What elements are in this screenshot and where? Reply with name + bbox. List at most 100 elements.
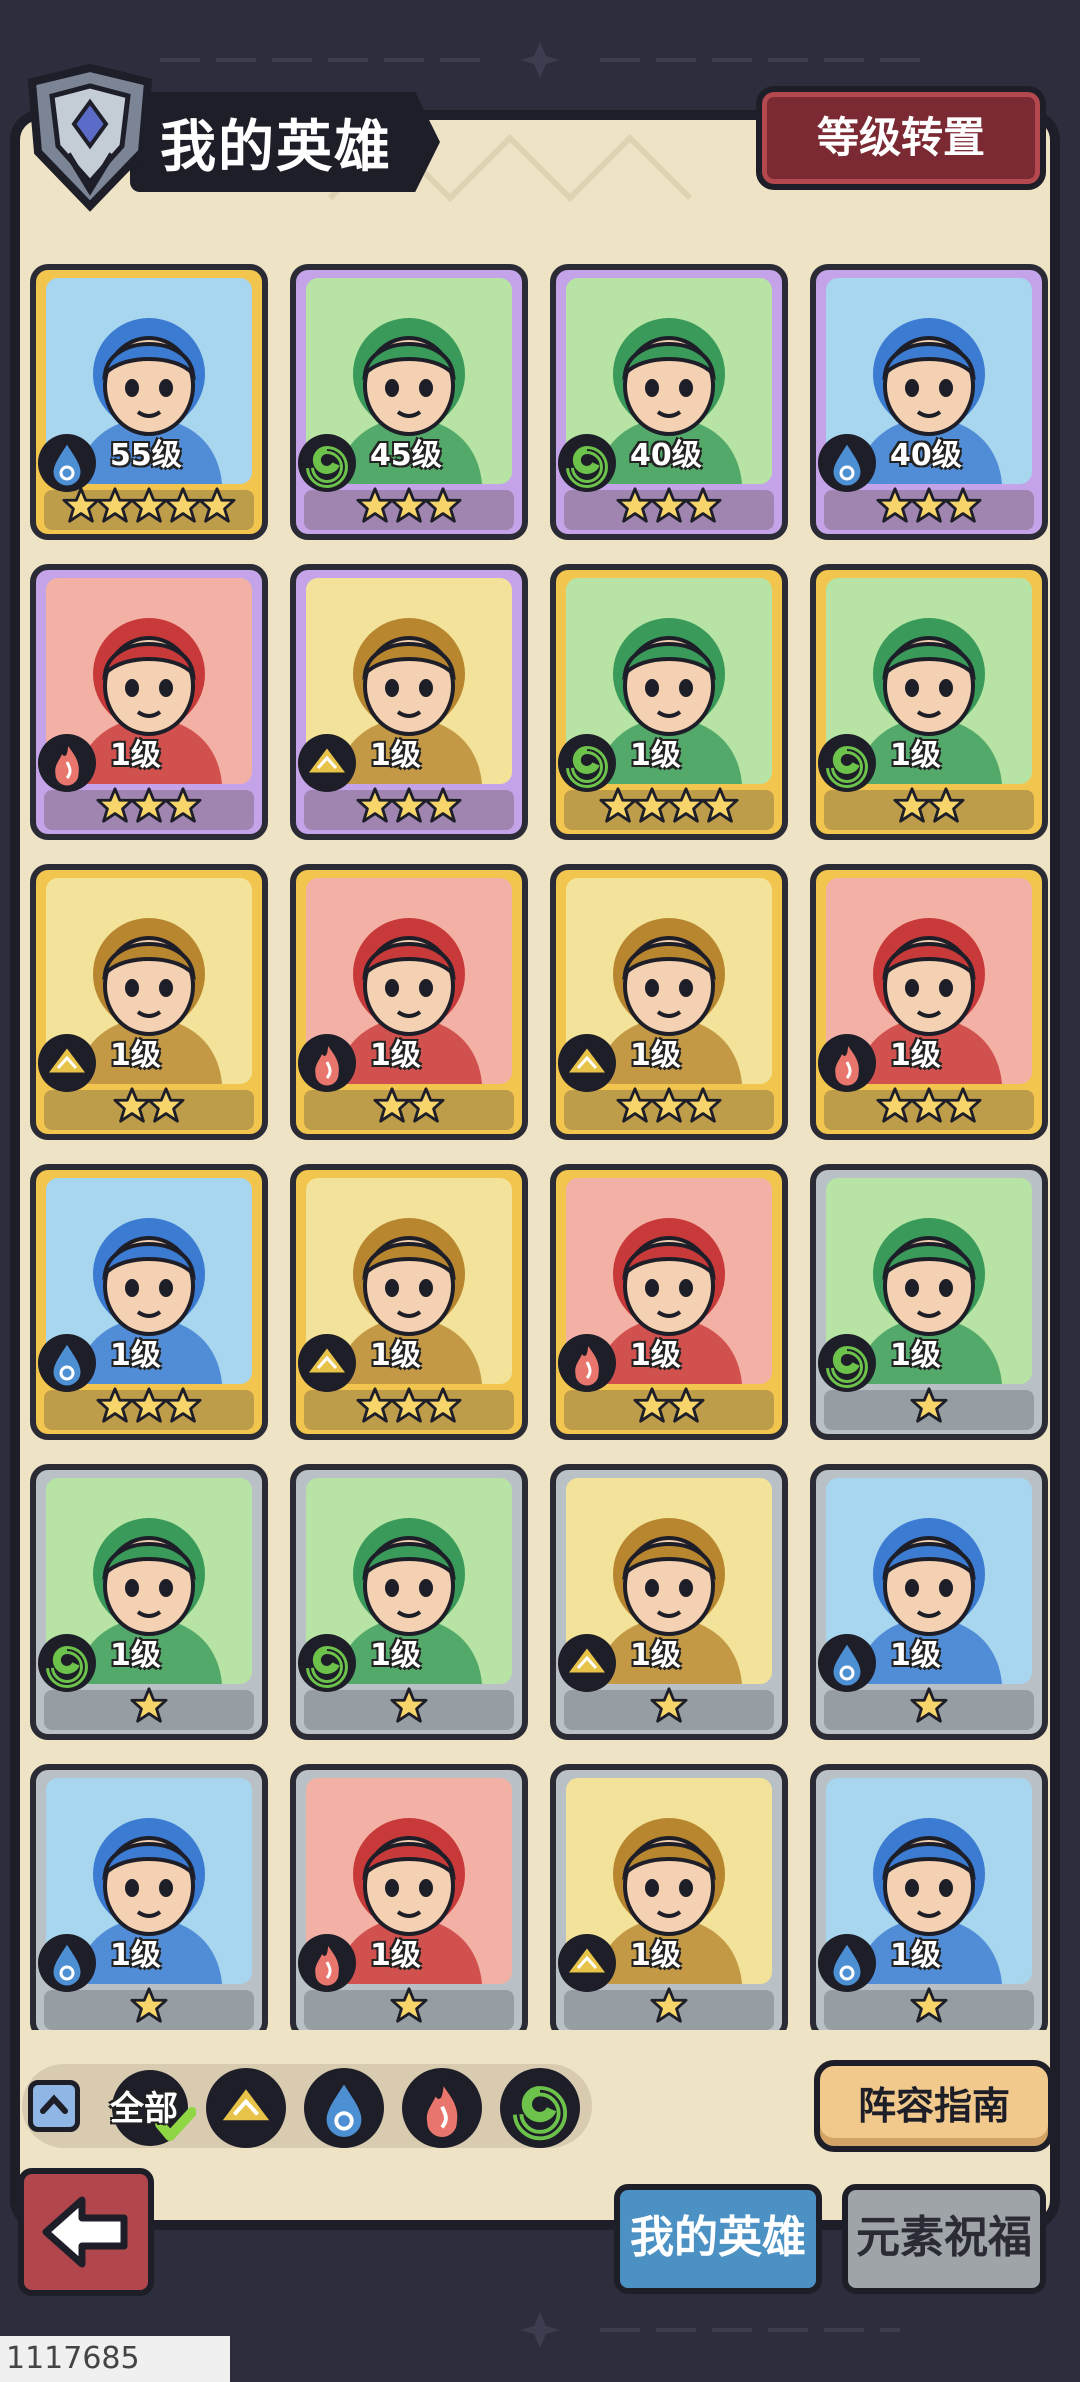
star-rating <box>36 1080 262 1130</box>
filter-earth-icon[interactable] <box>206 2068 286 2148</box>
hero-card[interactable]: 1级 <box>810 1764 1048 2030</box>
hero-card[interactable]: 1级 <box>30 864 268 1140</box>
star-rating <box>556 1680 782 1730</box>
star-rating <box>36 780 262 830</box>
star-icon <box>96 787 134 823</box>
hero-card[interactable]: 1级 <box>550 564 788 840</box>
hero-level: 1级 <box>110 738 161 773</box>
star-rating <box>816 1680 1042 1730</box>
star-rating <box>816 1380 1042 1430</box>
hero-card[interactable]: 55级 <box>30 264 268 540</box>
hero-level: 1级 <box>630 1038 681 1073</box>
hero-card[interactable]: 1级 <box>30 1164 268 1440</box>
hero-card[interactable]: 1级 <box>550 1464 788 1740</box>
lineup-guide-label: 阵容指南 <box>857 2084 1010 2128</box>
level-transfer-label: 等级转置 <box>816 113 985 162</box>
star-icon <box>944 1087 982 1123</box>
star-rating <box>36 1380 262 1430</box>
level-transfer-button[interactable]: 等级转置 <box>756 86 1046 190</box>
star-icon <box>390 487 428 523</box>
star-icon <box>373 1087 411 1123</box>
chevron-up-icon <box>40 2094 68 2114</box>
star-icon <box>701 787 739 823</box>
hero-level: 1级 <box>370 1338 421 1373</box>
star-rating <box>296 780 522 830</box>
star-rating <box>556 1080 782 1130</box>
hero-card[interactable]: 1级 <box>290 864 528 1140</box>
star-icon <box>164 487 202 523</box>
hero-level: 1级 <box>370 1938 421 1973</box>
lineup-guide-button[interactable]: 阵容指南 <box>814 2060 1054 2152</box>
collapse-button[interactable] <box>28 2080 80 2132</box>
star-icon <box>356 1387 394 1423</box>
tab-my-heroes[interactable]: 我的英雄 <box>614 2184 822 2294</box>
hero-level: 1级 <box>110 1338 161 1373</box>
star-rating <box>296 1380 522 1430</box>
hero-level: 1级 <box>890 738 941 773</box>
star-rating <box>36 1680 262 1730</box>
hero-level: 1级 <box>630 738 681 773</box>
star-icon <box>667 787 705 823</box>
star-icon <box>198 487 236 523</box>
star-rating <box>816 780 1042 830</box>
star-rating <box>816 1980 1042 2030</box>
hero-card[interactable]: 45级 <box>290 264 528 540</box>
star-icon <box>113 1087 151 1123</box>
hero-card[interactable]: 1级 <box>290 1464 528 1740</box>
back-arrow-icon <box>42 2196 128 2268</box>
hero-card[interactable]: 1级 <box>810 864 1048 1140</box>
back-button[interactable] <box>18 2168 154 2296</box>
filter-all-label: 全部 <box>110 2089 178 2129</box>
hero-level: 1级 <box>630 1638 681 1673</box>
star-rating <box>296 1980 522 2030</box>
star-icon <box>876 487 914 523</box>
hero-card[interactable]: 1级 <box>290 564 528 840</box>
hero-level: 45级 <box>370 438 442 473</box>
hero-card[interactable]: 1级 <box>810 564 1048 840</box>
star-icon <box>424 487 462 523</box>
star-icon <box>910 1687 948 1723</box>
hero-card[interactable]: 1级 <box>290 1164 528 1440</box>
hero-card[interactable]: 1级 <box>30 1464 268 1740</box>
hero-card[interactable]: 1级 <box>550 864 788 1140</box>
star-icon <box>876 1087 914 1123</box>
star-icon <box>164 787 202 823</box>
hero-level: 1级 <box>890 1638 941 1673</box>
star-icon <box>910 1987 948 2023</box>
star-icon <box>147 1087 185 1123</box>
hero-card[interactable]: 1级 <box>810 1164 1048 1440</box>
star-icon <box>407 1087 445 1123</box>
hero-card[interactable]: 1级 <box>810 1464 1048 1740</box>
hero-card[interactable]: 1级 <box>550 1764 788 2030</box>
hero-level: 1级 <box>370 738 421 773</box>
star-icon <box>910 1387 948 1423</box>
filter-water-icon[interactable] <box>304 2068 384 2148</box>
hero-card[interactable]: 1级 <box>290 1764 528 2030</box>
hero-level: 1级 <box>630 1338 681 1373</box>
filter-wind-icon[interactable] <box>500 2068 580 2148</box>
star-rating <box>36 480 262 530</box>
star-icon <box>356 487 394 523</box>
hero-card[interactable]: 40级 <box>810 264 1048 540</box>
star-icon <box>130 1387 168 1423</box>
star-icon <box>633 1387 671 1423</box>
star-icon <box>616 487 654 523</box>
tab-element-blessing[interactable]: 元素祝福 <box>842 2184 1046 2294</box>
hero-grid[interactable]: 55级 45级 40级 40级 1级 1级 1级 1级 1级 1级 1级 1级 1级 1级 1级 1级 1级 1级… <box>22 250 1058 2030</box>
filter-fire-icon[interactable] <box>402 2068 482 2148</box>
hero-card[interactable]: 1级 <box>550 1164 788 1440</box>
star-icon <box>893 787 931 823</box>
star-icon <box>390 1687 428 1723</box>
star-icon <box>424 1387 462 1423</box>
hero-level: 1级 <box>110 1038 161 1073</box>
hero-card[interactable]: 1级 <box>30 1764 268 2030</box>
star-icon <box>130 487 168 523</box>
hero-level: 40级 <box>630 438 702 473</box>
star-icon <box>650 487 688 523</box>
hero-card[interactable]: 1级 <box>30 564 268 840</box>
star-rating <box>556 1980 782 2030</box>
hero-level: 1级 <box>370 1038 421 1073</box>
star-icon <box>944 487 982 523</box>
star-rating <box>36 1980 262 2030</box>
hero-card[interactable]: 40级 <box>550 264 788 540</box>
